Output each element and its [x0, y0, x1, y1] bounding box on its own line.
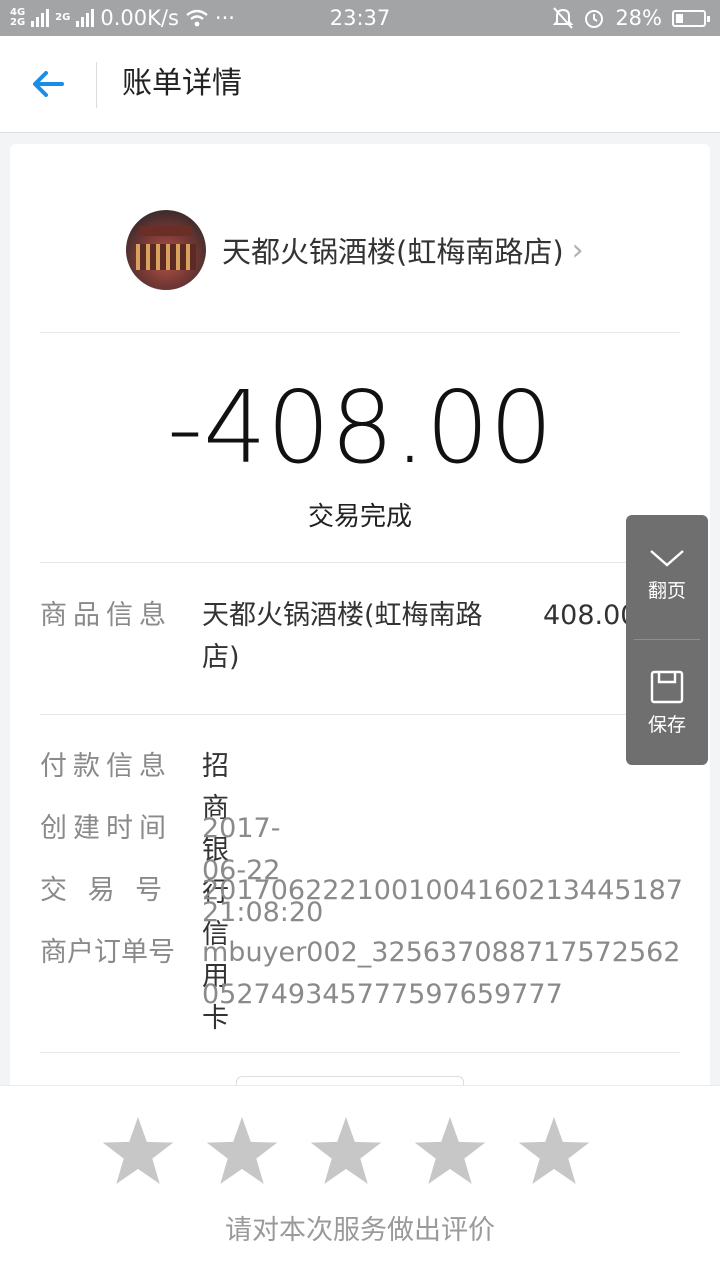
page-down-label: 翻页	[647, 580, 686, 602]
app-header: 账单详情	[0, 36, 720, 133]
divider	[40, 562, 680, 563]
rating-prompt: 请对本次服务做出评价	[225, 1215, 495, 1246]
goods-name: 天都火锅酒楼(虹梅南路 店)	[202, 595, 522, 679]
battery-icon	[672, 9, 710, 27]
star-icon[interactable]	[516, 1114, 592, 1190]
alarm-icon	[585, 10, 604, 28]
goods-info-label: 商品信息	[40, 600, 172, 631]
order-no-value: mbuyer002_325637088717572562 05274934577…	[202, 932, 681, 1016]
goods-name-line-1: 天都火锅酒楼(虹梅南路	[202, 600, 483, 631]
save-label: 保存	[647, 714, 686, 736]
rating-stars	[100, 1114, 592, 1190]
battery-percent: 28%	[615, 6, 662, 30]
page-down-button[interactable]: 翻页	[626, 545, 708, 603]
chevron-down-icon	[650, 550, 684, 567]
merchant-avatar	[126, 210, 206, 290]
status-right: 28%	[553, 6, 710, 30]
transaction-status: 交易完成	[307, 502, 412, 532]
star-icon[interactable]	[204, 1114, 280, 1190]
star-icon[interactable]	[308, 1114, 384, 1190]
divider	[40, 332, 680, 333]
created-time-label: 创建时间	[40, 813, 172, 844]
star-icon[interactable]	[100, 1114, 176, 1190]
trade-no-value: 2017062221001004160213445187	[202, 875, 683, 906]
divider	[40, 1052, 680, 1053]
goods-name-line-2: 店)	[202, 642, 240, 673]
page-title: 账单详情	[122, 66, 242, 101]
rating-panel: 请对本次服务做出评价	[0, 1085, 720, 1281]
side-panel-divider	[634, 639, 700, 640]
status-bar: 4G 2G 2G 0.00K/s ··· 23:37 28%	[0, 0, 720, 36]
arrow-left-icon[interactable]	[28, 62, 72, 106]
save-button[interactable]: 保存	[626, 669, 708, 737]
order-no-line-2: 052749345777597659777	[202, 979, 563, 1010]
floating-side-panel: 翻页 保存	[626, 515, 708, 765]
chevron-right-icon: ›	[571, 232, 584, 268]
order-no-line-1: mbuyer002_325637088717572562	[202, 937, 681, 968]
header-divider	[96, 62, 97, 108]
trade-no-label: 交 易 号	[40, 875, 169, 906]
bill-detail-card: 天都火锅酒楼(虹梅南路店) › -408.00 交易完成 商品信息 天都火锅酒楼…	[10, 144, 710, 1144]
merchant-link[interactable]: 天都火锅酒楼(虹梅南路店) ›	[126, 210, 584, 290]
merchant-name: 天都火锅酒楼(虹梅南路店)	[222, 235, 564, 269]
save-icon	[650, 670, 684, 704]
star-icon[interactable]	[412, 1114, 488, 1190]
order-no-label: 商户订单号	[40, 937, 175, 968]
divider	[40, 714, 680, 715]
bell-muted-icon	[553, 7, 574, 29]
goods-price: 408.00	[543, 600, 638, 631]
battery-fill	[676, 13, 683, 23]
transaction-amount: -408.00	[167, 369, 553, 486]
payment-info-label: 付款信息	[40, 751, 172, 782]
